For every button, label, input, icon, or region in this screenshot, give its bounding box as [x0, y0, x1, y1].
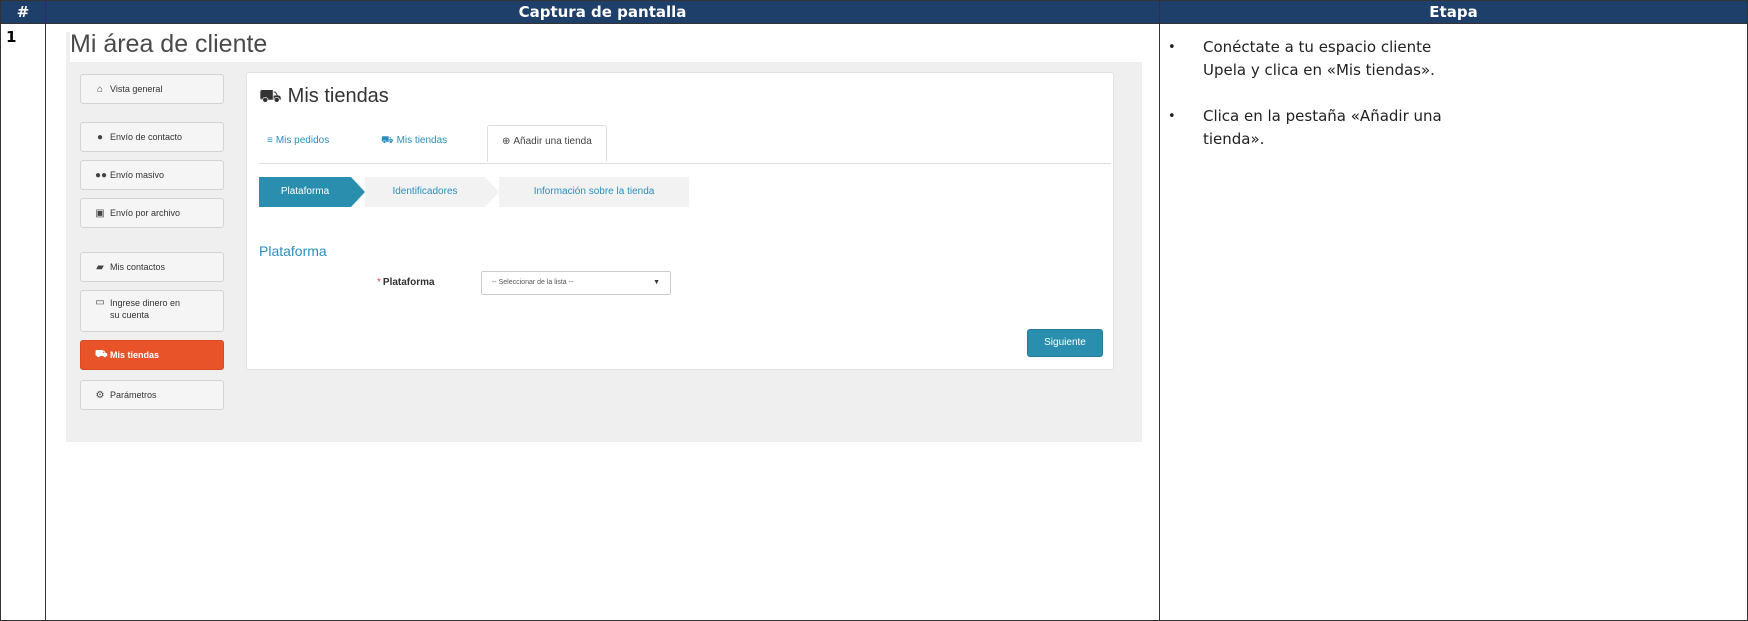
sidebar-item-bulk-send[interactable]: ●● Envío masivo — [80, 160, 224, 190]
platform-select[interactable]: -- Seleccionar de la lista -- ▼ — [481, 271, 671, 295]
header-row: # Captura de pantalla Etapa — [0, 0, 1748, 24]
table-row: 1 Mi área de cliente ⌂ Vista general ● E… — [0, 23, 1748, 621]
sidebar-item-contacts[interactable]: ▰ Mis contactos — [80, 252, 224, 282]
sidebar-item-my-stores[interactable]: ⛟ Mis tiendas — [80, 340, 224, 370]
plus-circle-icon: ⊕ — [502, 136, 511, 147]
card-icon: ▭ — [95, 297, 105, 308]
list-item: • Conéctate a tu espacio cliente Upela y… — [1168, 38, 1435, 79]
wizard-arrow — [485, 177, 499, 207]
section-label: Plataforma — [259, 243, 327, 259]
tab-add-store[interactable]: ⊕ Añadir una tienda — [487, 125, 607, 162]
platform-field-label: * Plataforma — [377, 277, 435, 288]
bullet-icon: • — [1168, 109, 1176, 124]
user-icon: ● — [96, 131, 104, 143]
book-icon: ▰ — [96, 261, 104, 273]
header-step: Etapa — [1159, 0, 1748, 24]
list-icon: ≡ — [267, 135, 273, 146]
sidebar-item-label: Envío por archivo — [110, 208, 181, 218]
wizard-step-identifiers[interactable]: Identificadores — [365, 177, 485, 207]
list-item: • Clica en la pestaña «Añadir una tienda… — [1168, 107, 1442, 148]
sidebar-item-settings[interactable]: ⚙ Parámetros — [80, 380, 224, 410]
cart-icon: ⛟ — [381, 135, 394, 146]
floppy-icon: ▣ — [95, 207, 105, 219]
wizard-step-store-info[interactable]: Información sobre la tienda — [499, 177, 689, 207]
wizard-step-platform[interactable]: Plataforma — [259, 177, 351, 207]
gears-icon: ⚙ — [95, 389, 105, 401]
sidebar-item-add-funds[interactable]: ▭ Ingrese dinero en su cuenta — [80, 290, 224, 332]
tab-my-orders[interactable]: ≡ Mis pedidos — [267, 135, 329, 146]
area-title: Mi área de cliente — [70, 26, 1146, 62]
embedded-screenshot: Mi área de cliente ⌂ Vista general ● Env… — [66, 26, 1146, 442]
sidebar-item-label: Ingrese dinero en su cuenta — [110, 298, 181, 320]
document-table: # Captura de pantalla Etapa 1 Mi área de… — [0, 0, 1748, 621]
instruction-list: • Conéctate a tu espacio cliente Upela y… — [1160, 36, 1747, 151]
bullet-icon: • — [1168, 40, 1176, 55]
cart-icon: ⛟ — [259, 86, 282, 106]
sidebar-item-overview[interactable]: ⌂ Vista general — [80, 74, 224, 104]
header-screenshot: Captura de pantalla — [45, 0, 1160, 24]
tab-my-stores[interactable]: ⛟ Mis tiendas — [381, 135, 447, 148]
required-mark: * — [377, 277, 381, 288]
home-icon: ⌂ — [96, 83, 104, 95]
sidebar-item-label: Parámetros — [110, 390, 157, 400]
stores-panel: ⛟ Mis tiendas ≡ Mis pedidos ⛟ Mis tiendas ⊕… — [246, 72, 1114, 370]
sidebar-item-label: Envío masivo — [110, 170, 165, 180]
users-icon: ●● — [95, 169, 108, 181]
chevron-down-icon: ▼ — [653, 279, 660, 286]
instructions-cell: • Conéctate a tu espacio cliente Upela y… — [1159, 23, 1748, 621]
next-button[interactable]: Siguiente — [1027, 329, 1103, 357]
wizard-arrow — [351, 177, 365, 207]
sidebar-item-file-send[interactable]: ▣ Envío por archivo — [80, 198, 224, 228]
sidebar-item-contact-send[interactable]: ● Envío de contacto — [80, 122, 224, 152]
header-number: # — [0, 0, 46, 24]
cart-icon: ⛟ — [95, 348, 108, 360]
sidebar-item-label: Mis contactos — [110, 262, 166, 272]
sidebar-item-label: Vista general — [110, 84, 163, 94]
tab-bar: ≡ Mis pedidos ⛟ Mis tiendas ⊕ Añadir una ti… — [259, 125, 1111, 164]
sidebar-item-label: Envío de contacto — [110, 132, 183, 142]
row-number: 1 — [0, 23, 46, 621]
panel-title: ⛟ Mis tiendas — [259, 85, 389, 107]
screenshot-cell: Mi área de cliente ⌂ Vista general ● Env… — [45, 23, 1160, 621]
sidebar-item-label: Mis tiendas — [110, 350, 160, 360]
